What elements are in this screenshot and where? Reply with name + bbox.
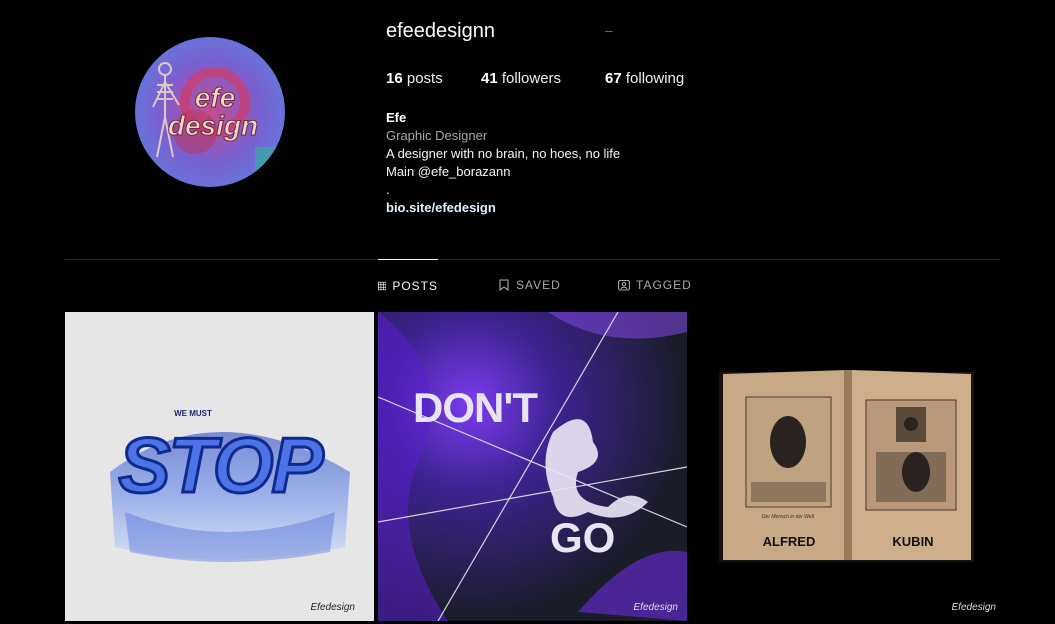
- svg-text:GO: GO: [550, 514, 615, 561]
- avatar-image: efe design: [135, 37, 285, 187]
- bio-link[interactable]: bio.site/efedesign: [386, 199, 620, 217]
- followers-label: followers: [501, 70, 562, 87]
- tag-icon: [618, 279, 630, 291]
- svg-text:ALFRED: ALFRED: [763, 534, 816, 549]
- following-count: 67: [605, 70, 622, 87]
- tab-saved-label: SAVED: [516, 278, 561, 292]
- svg-text:efe: efe: [195, 82, 235, 113]
- username-dash: –: [605, 22, 613, 38]
- post-image: WE MUST STOP Efedesign: [65, 312, 374, 621]
- svg-text:Der Mensch in der Welt: Der Mensch in der Welt: [762, 514, 815, 520]
- bio-line-2: Main @efe_borazann: [386, 164, 511, 179]
- bio-line-1: A designer with no brain, no hoes, no li…: [386, 146, 621, 161]
- grid-icon: [378, 281, 387, 290]
- post-image: DON'T GO Efedesign: [378, 312, 687, 621]
- posts-count-stat: 16 posts: [386, 70, 443, 87]
- tab-tagged-label: TAGGED: [636, 278, 692, 292]
- svg-text:Efedesign: Efedesign: [634, 602, 679, 613]
- svg-text:Efedesign: Efedesign: [311, 602, 356, 613]
- post-tile-dont-go[interactable]: DON'T GO Efedesign: [378, 312, 687, 621]
- post-tile-stop[interactable]: WE MUST STOP Efedesign: [65, 312, 374, 621]
- svg-text:Efedesign: Efedesign: [952, 602, 997, 613]
- bio-line-3: .: [386, 182, 390, 197]
- followers-count: 41: [481, 70, 498, 87]
- svg-text:design: design: [168, 110, 258, 141]
- tab-posts[interactable]: POSTS: [378, 259, 438, 311]
- followers-stat[interactable]: 41 followers: [481, 70, 561, 87]
- posts-label: posts: [406, 70, 443, 87]
- svg-text:KUBIN: KUBIN: [892, 534, 933, 549]
- post-tile-alfred-kubin[interactable]: Der Mensch in der Welt ALFRED KUBIN Efed…: [691, 312, 1000, 621]
- profile-bio: Efe Graphic Designer A designer with no …: [386, 109, 620, 217]
- following-label: following: [625, 70, 685, 87]
- tab-saved[interactable]: SAVED: [498, 259, 561, 311]
- svg-text:STOP: STOP: [119, 421, 325, 509]
- tab-tagged[interactable]: TAGGED: [618, 259, 692, 311]
- profile-avatar[interactable]: efe design: [135, 37, 285, 187]
- following-stat[interactable]: 67 following: [605, 70, 684, 87]
- bookmark-icon: [499, 279, 509, 291]
- bio-category: Graphic Designer: [386, 128, 488, 143]
- tab-posts-label: POSTS: [392, 278, 438, 293]
- post-image: Der Mensch in der Welt ALFRED KUBIN Efed…: [691, 312, 1000, 621]
- profile-username: efeedesignn: [386, 20, 495, 42]
- svg-text:WE MUST: WE MUST: [174, 409, 212, 418]
- bio-name: Efe: [386, 110, 407, 125]
- posts-count: 16: [386, 70, 403, 87]
- svg-text:DON'T: DON'T: [413, 384, 538, 431]
